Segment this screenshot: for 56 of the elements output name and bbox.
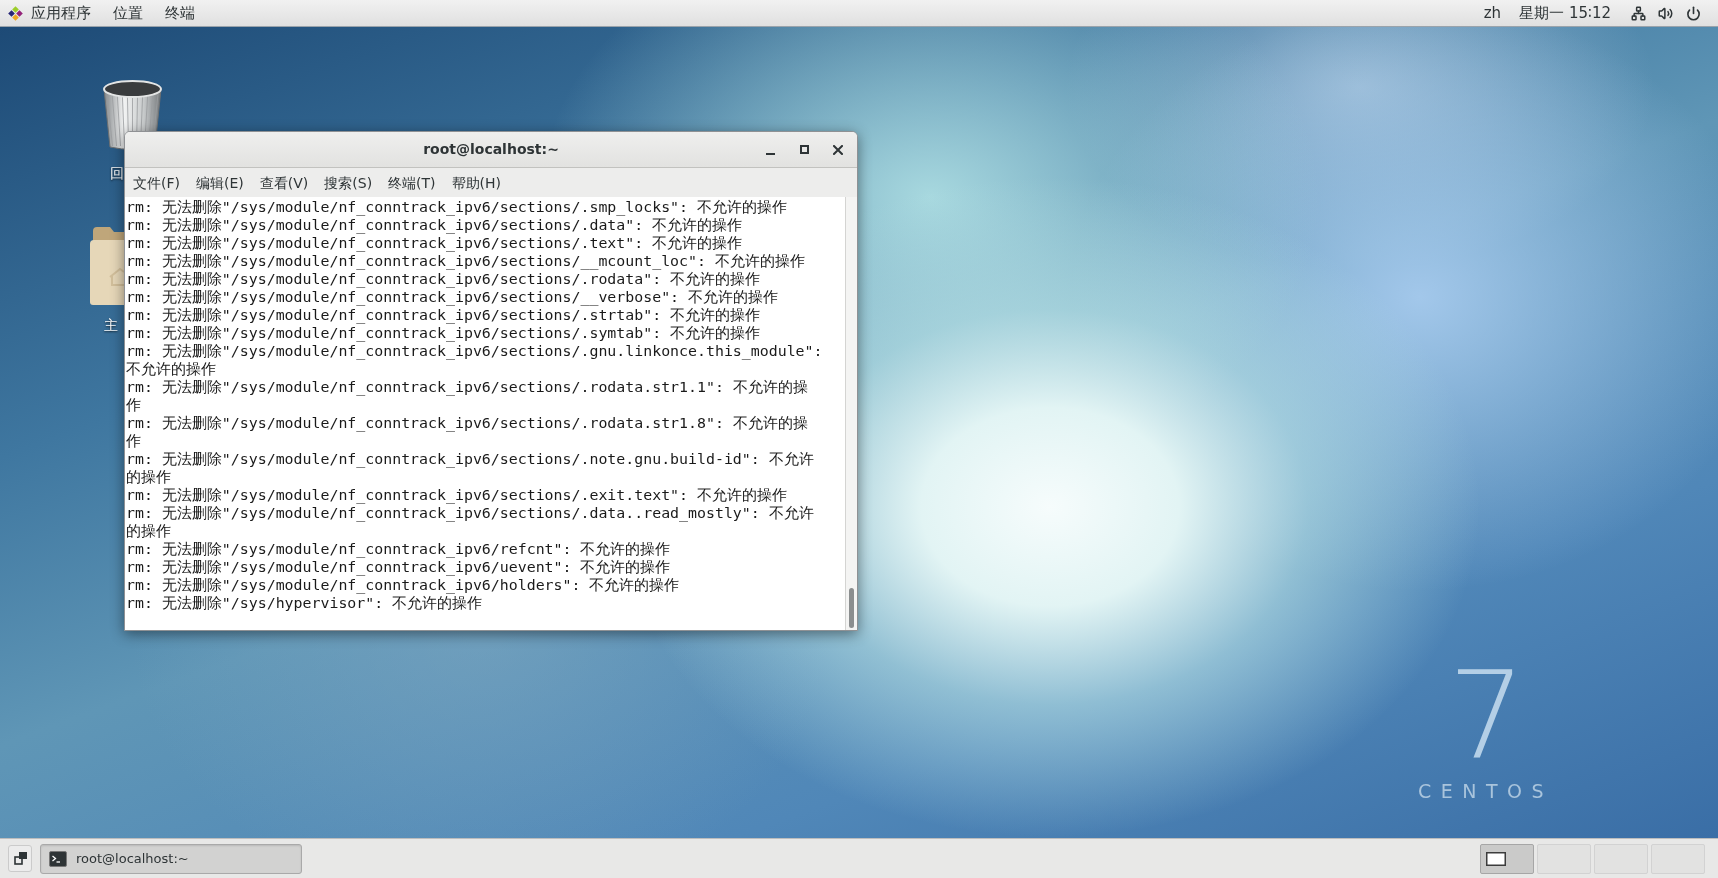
terminal-line: rm: 无法删除"/sys/module/nf_conntrack_ipv6/sections/__mcount_loc": 不允许的操作 (126, 252, 805, 270)
menu-item[interactable]: 查看(V) (251, 169, 317, 196)
terminal-line: rm: 无法删除"/sys/module/nf_conntrack_ipv6/sections/.symtab": 不允许的操作 (126, 324, 761, 342)
menu-item[interactable]: 帮助(H) (443, 169, 510, 196)
menu-item[interactable]: 搜索(S) (316, 169, 381, 196)
menu-item[interactable]: 编辑(E) (188, 169, 252, 196)
terminal-line: rm: 无法删除"/sys/module/nf_conntrack_ipv6/sections/.text": 不允许的操作 (126, 234, 743, 252)
window-thumbnail-icon (1486, 851, 1506, 866)
scrollbar-thumb[interactable] (849, 588, 854, 628)
top-bar-menu[interactable]: 位置 (102, 0, 154, 26)
top-bar-menu[interactable]: 应用程序 (20, 0, 102, 26)
window-title: root@localhost:~ (423, 140, 559, 159)
pinwheel-icon (8, 5, 23, 21)
folder-icon[interactable] (90, 227, 124, 305)
terminal-line: rm: 无法删除"/sys/module/nf_conntrack_ipv6/sections/.rodata.str1.8": 不允许的操 (126, 414, 808, 432)
terminal-icon (49, 850, 67, 867)
overlapping-windows-icon (13, 852, 27, 865)
terminal-line: rm: 无法删除"/sys/module/nf_conntrack_ipv6/sections/.strtab": 不允许的操作 (126, 306, 761, 324)
maximize-icon (799, 145, 809, 154)
terminal-line: rm: 无法删除"/sys/module/nf_conntrack_ipv6/uevent": 不允许的操作 (126, 558, 671, 576)
close-icon (833, 144, 843, 155)
terminal-line: rm: 无法删除"/sys/module/nf_conntrack_ipv6/sections/.data": 不允许的操作 (126, 216, 743, 234)
terminal-line: 作 (126, 432, 141, 450)
terminal-line: 不允许的操作 (126, 360, 216, 378)
terminal-line: 作 (126, 396, 141, 414)
logo-numeral: 7 (1448, 655, 1526, 777)
menu-item[interactable]: 终端(T) (380, 169, 444, 196)
terminal-line: rm: 无法删除"/sys/module/nf_conntrack_ipv6/sections/.exit.text": 不允许的操作 (126, 486, 787, 504)
clock[interactable]: 星期一 15∶12 (1519, 0, 1611, 26)
terminal-line: rm: 无法删除"/sys/module/nf_conntrack_ipv6/holders": 不允许的操作 (126, 576, 680, 594)
terminal-line: rm: 无法删除"/sys/module/nf_conntrack_ipv6/refcnt": 不允许的操作 (126, 540, 671, 558)
terminal-line: rm: 无法删除"/sys/module/nf_conntrack_ipv6/sections/.rodata.str1.1": 不允许的操 (126, 378, 808, 396)
scrollbar-track[interactable] (845, 197, 857, 630)
top-bar-menu[interactable]: 终端 (154, 0, 206, 26)
power-icon[interactable] (1686, 5, 1701, 21)
taskbar-window-button[interactable]: root@localhost:~ (40, 843, 302, 874)
terminal-line: rm: 无法删除"/sys/module/nf_conntrack_ipv6/sections/.smp_locks": 不允许的操作 (126, 198, 787, 216)
desktop-icon-label: 回 (110, 165, 124, 181)
minimize-icon (765, 153, 775, 155)
terminal-view[interactable] (125, 197, 845, 630)
menu-item[interactable]: 文件(F) (125, 169, 188, 196)
network-icon[interactable] (1631, 5, 1646, 21)
terminal-line: rm: 无法删除"/sys/module/nf_conntrack_ipv6/sections/.note.gnu.build-id": 不允许 (126, 450, 814, 468)
workspace-button[interactable] (1480, 843, 1534, 874)
terminal-line: rm: 无法删除"/sys/module/nf_conntrack_ipv6/sections/.gnu.linkonce.this_module": (126, 342, 823, 360)
terminal-line: rm: 无法删除"/sys/module/nf_conntrack_ipv6/sections/.data..read_mostly": 不允许 (126, 504, 814, 522)
input-method-indicator[interactable]: zh (1483, 0, 1502, 26)
terminal-line: rm: 无法删除"/sys/hypervisor": 不允许的操作 (126, 594, 483, 612)
logo-wordmark: CENTOS (1418, 780, 1554, 802)
volume-icon[interactable] (1658, 5, 1673, 21)
desktop-icon-label: 主 (104, 317, 118, 333)
show-desktop-button[interactable] (8, 845, 32, 872)
terminal-line: 的操作 (126, 522, 171, 540)
terminal-line: 的操作 (126, 468, 171, 486)
terminal-line: rm: 无法删除"/sys/module/nf_conntrack_ipv6/sections/.rodata": 不允许的操作 (126, 270, 761, 288)
terminal-line: rm: 无法删除"/sys/module/nf_conntrack_ipv6/sections/__verbose": 不允许的操作 (126, 288, 779, 306)
